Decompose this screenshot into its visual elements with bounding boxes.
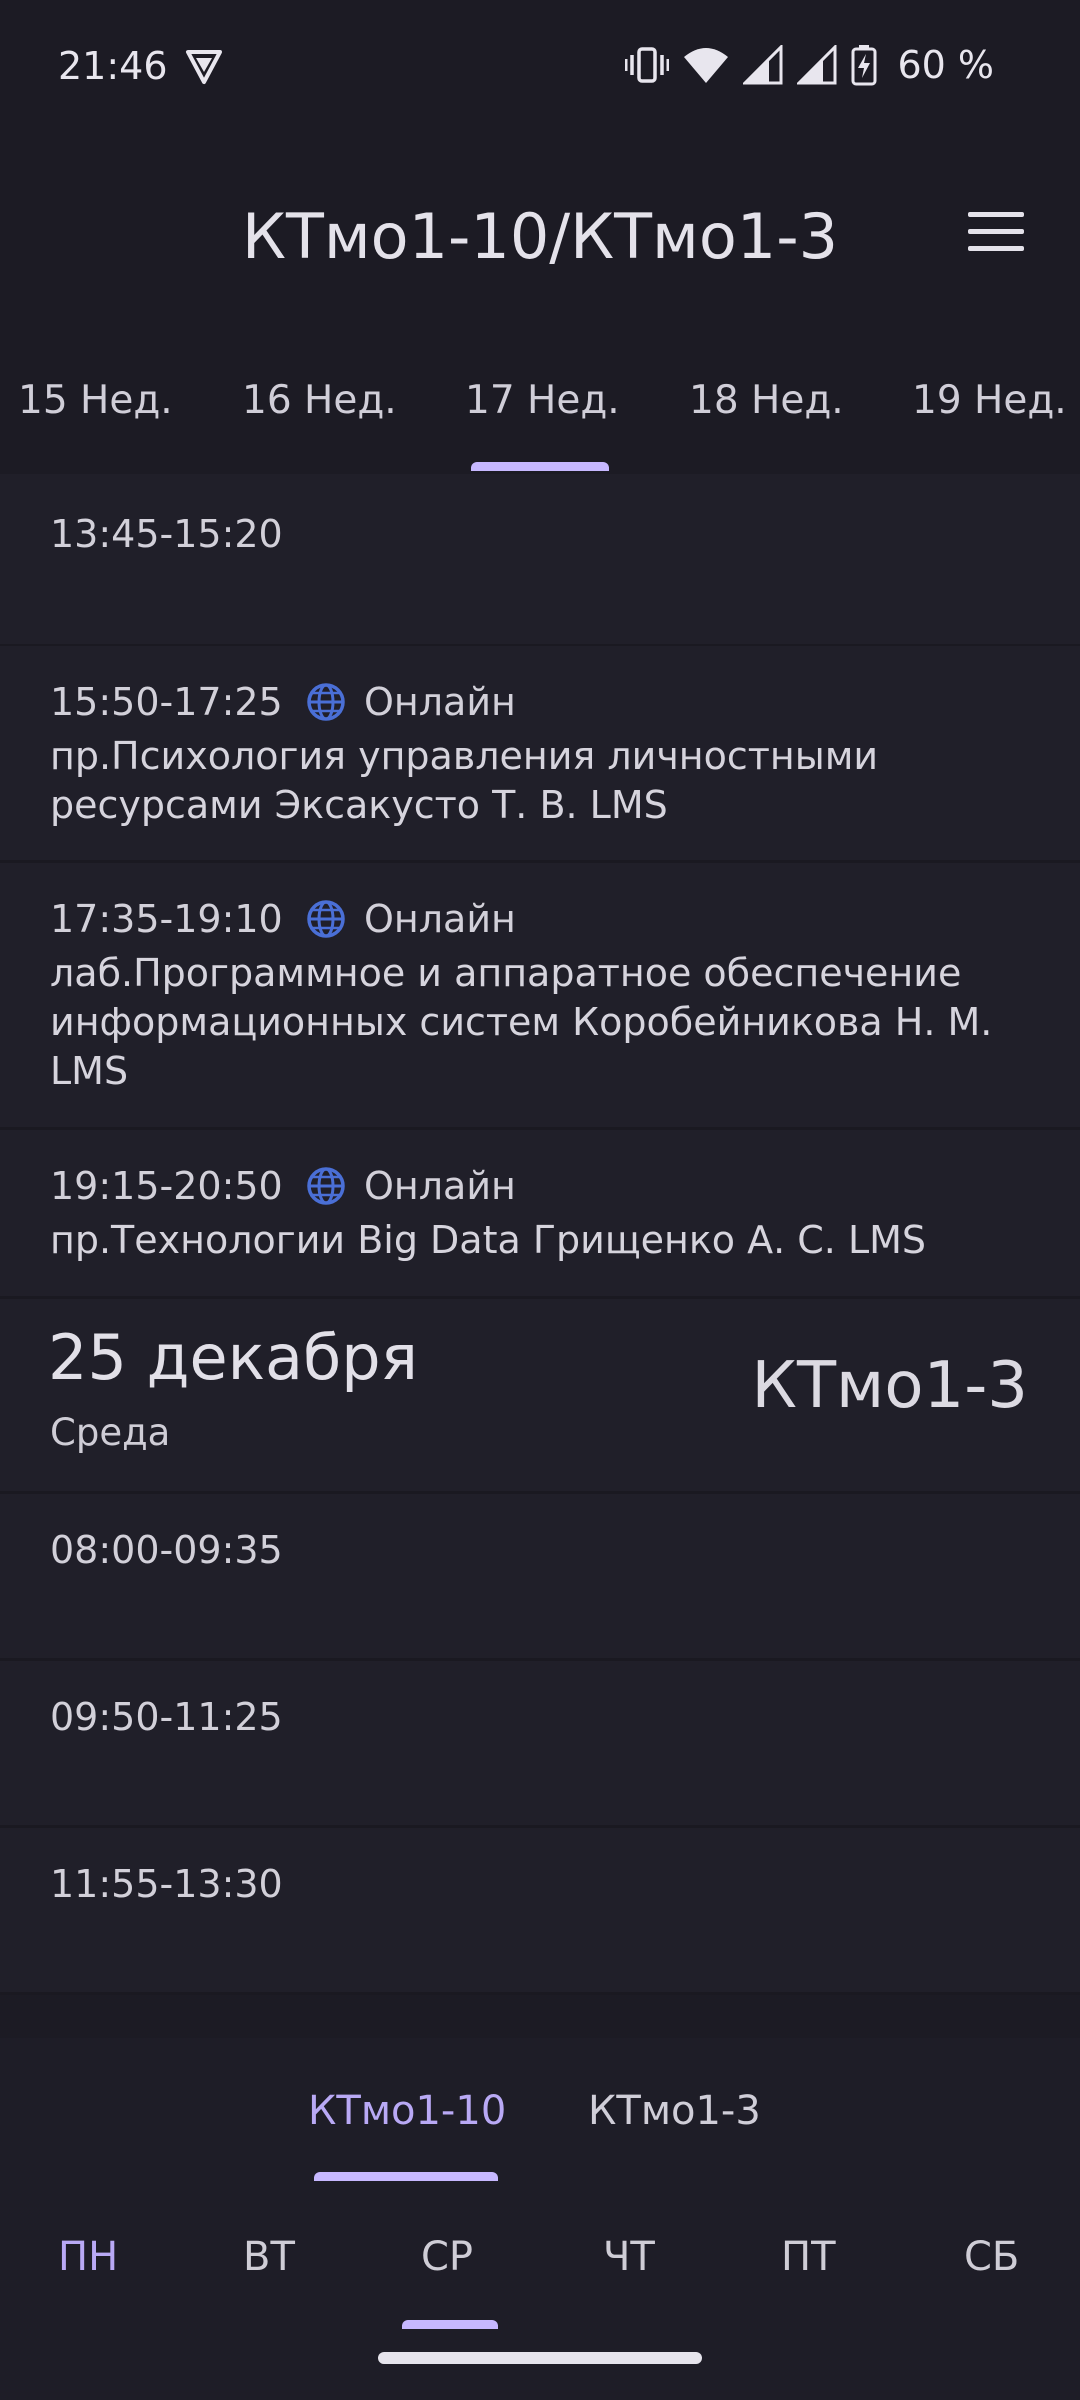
hamburger-menu-icon[interactable] (968, 212, 1024, 256)
tab-week-17[interactable]: 17 Нед. (465, 378, 620, 423)
online-label: Онлайн (364, 1164, 516, 1208)
week-tabs: 15 Нед. 16 Нед. 17 Нед. 18 Нед. 19 Нед. (0, 340, 1080, 470)
vpn-icon (186, 50, 222, 84)
day-weekday: Среда (50, 1411, 171, 1454)
tab-week-15[interactable]: 15 Нед. (18, 378, 173, 423)
battery-percent: 60 % (897, 43, 994, 87)
home-gesture-bar[interactable] (378, 2352, 702, 2364)
group-tab-indicator (314, 2172, 498, 2181)
day-tab-indicator (402, 2320, 498, 2329)
tab-week-16[interactable]: 16 Нед. (242, 378, 397, 423)
tab-week-18[interactable]: 18 Нед. (689, 378, 844, 423)
app-bar: КТмо1-10/КТмо1-3 (0, 130, 1080, 340)
globe-icon (307, 1167, 345, 1205)
schedule-slot[interactable]: 19:15-20:50 Онлайн пр.Технологии Big Dat… (0, 1130, 1080, 1299)
online-badge: Онлайн (306, 897, 516, 941)
online-badge: Онлайн (306, 680, 516, 724)
status-bar: 21:46 60 % (0, 0, 1080, 130)
page-title: КТмо1-10/КТмо1-3 (241, 200, 839, 273)
tab-day-mon[interactable]: ПН (58, 2234, 118, 2280)
slot-time: 09:50-11:25 (50, 1695, 283, 1739)
schedule-slot[interactable]: 13:45-15:20 (0, 474, 1080, 647)
tab-week-19[interactable]: 19 Нед. (912, 378, 1067, 423)
online-label: Онлайн (364, 897, 516, 941)
tab-group-ktmo1-10[interactable]: КТмо1-10 (308, 2088, 506, 2134)
slot-time: 11:55-13:30 (50, 1862, 283, 1906)
online-badge: Онлайн (306, 1164, 516, 1208)
tab-day-fri[interactable]: ПТ (781, 2234, 836, 2280)
schedule-slot[interactable]: 08:00-09:35 (0, 1494, 1080, 1661)
schedule-slot[interactable]: 15:50-17:25 Онлайн пр.Психология управле… (0, 646, 1080, 863)
tab-day-sat[interactable]: СБ (964, 2234, 1019, 2280)
globe-icon (307, 683, 345, 721)
tab-day-wed[interactable]: СР (421, 2234, 473, 2280)
schedule-slot[interactable]: 09:50-11:25 (0, 1661, 1080, 1828)
signal-icon (797, 45, 837, 85)
status-time: 21:46 (58, 44, 168, 88)
vibrate-icon (625, 47, 670, 83)
schedule-slot[interactable]: 11:55-13:30 (0, 1828, 1080, 1995)
signal-icon (743, 45, 783, 85)
lesson-title: пр.Технологии Big Data Грищенко А. С. LM… (50, 1218, 927, 1262)
week-tab-indicator (471, 462, 609, 471)
lesson-title: лаб.Программное и аппаратное обеспечение… (50, 951, 993, 1093)
battery-charging-icon (851, 45, 877, 86)
tab-day-thu[interactable]: ЧТ (603, 2234, 655, 2280)
wifi-icon (684, 48, 729, 83)
lesson-title: пр.Психология управления личностными рес… (50, 734, 879, 827)
tab-day-tue[interactable]: ВТ (243, 2234, 295, 2280)
online-label: Онлайн (364, 680, 516, 724)
bottom-navigation: КТмо1-10 КТмо1-3 ПН ВТ СР ЧТ ПТ СБ (0, 2038, 1080, 2400)
slot-time: 17:35-19:10 (50, 897, 283, 941)
schedule-list[interactable]: 13:45-15:20 15:50-17:25 Онлайн пр.Психол… (0, 474, 1080, 2036)
tab-group-ktmo1-3[interactable]: КТмо1-3 (588, 2088, 761, 2134)
day-header: 25 декабря Среда КТмо1-3 (0, 1299, 1080, 1494)
day-group-name: КТмо1-3 (751, 1349, 1029, 1423)
slot-time: 19:15-20:50 (50, 1164, 283, 1208)
slot-time: 13:45-15:20 (50, 512, 283, 556)
globe-icon (307, 900, 345, 938)
status-icons: 60 % (625, 40, 994, 90)
slot-time: 15:50-17:25 (50, 680, 283, 724)
schedule-slot[interactable]: 17:35-19:10 Онлайн лаб.Программное и апп… (0, 863, 1080, 1130)
day-date: 25 декабря (48, 1321, 418, 1394)
slot-time: 08:00-09:35 (50, 1528, 283, 1572)
